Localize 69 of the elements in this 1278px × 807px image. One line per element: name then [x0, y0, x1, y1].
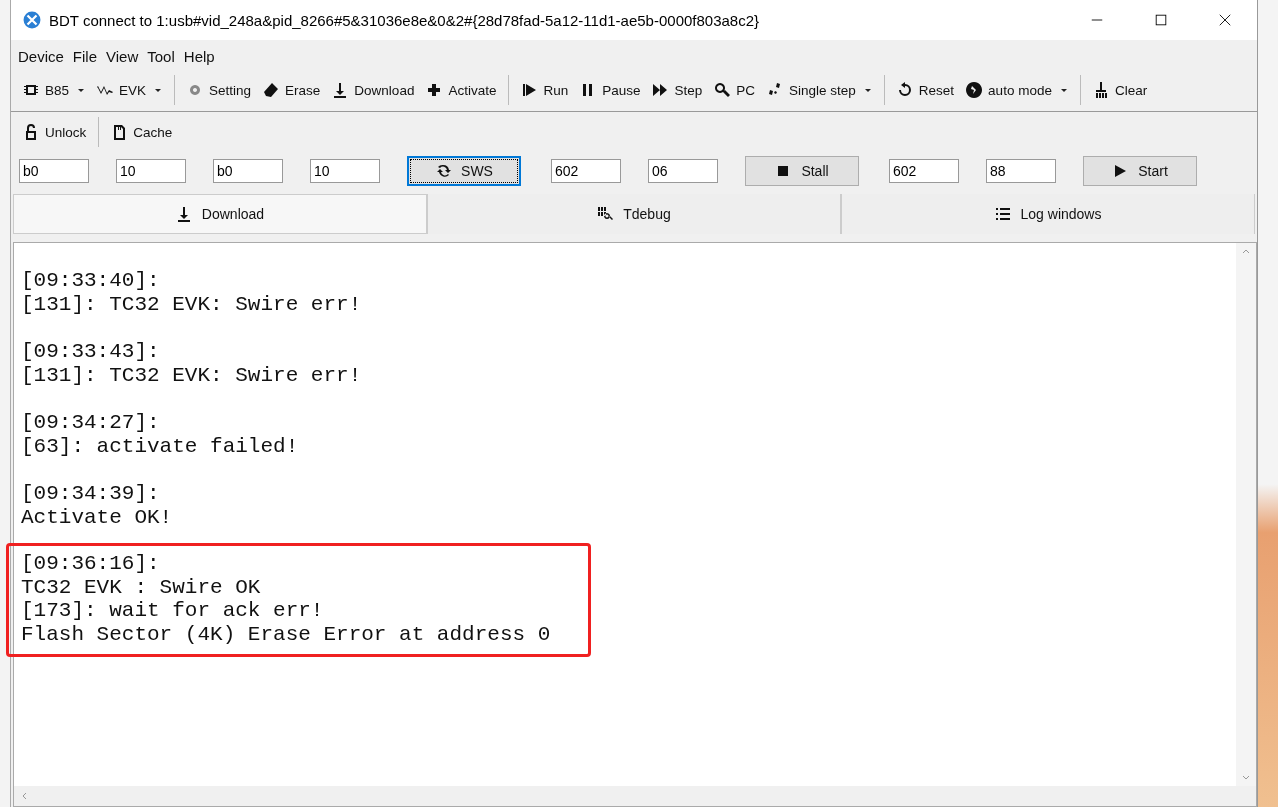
- input-field[interactable]: 10: [310, 159, 380, 183]
- log-line: [131]: TC32 EVK: Swire err!: [21, 292, 362, 316]
- log-line: [09:33:43]:: [21, 340, 161, 364]
- log-line: Activate OK!: [21, 505, 173, 529]
- input-field[interactable]: 602: [551, 159, 621, 183]
- menu-item[interactable]: View: [106, 48, 139, 65]
- eraser-icon: [263, 82, 280, 98]
- log-line: Flash Sector (4K) Erase Error at address 0: [21, 622, 551, 646]
- binary-icon: [597, 206, 614, 222]
- toolbar-button[interactable]: Step: [646, 82, 709, 98]
- menu-item[interactable]: File: [72, 48, 98, 65]
- log-line: [09:36:16]:: [21, 552, 161, 576]
- toolbar-button[interactable]: Setting: [181, 82, 258, 98]
- menu-item[interactable]: Help: [183, 48, 215, 65]
- tab[interactable]: Download: [13, 194, 427, 234]
- caret-icon: [863, 86, 872, 94]
- log-line: [63]: activate failed!: [21, 434, 299, 458]
- download-icon: [175, 206, 192, 222]
- card-icon: [111, 124, 128, 140]
- toolbar-button[interactable]: B85: [17, 82, 92, 98]
- horizontal-scrollbar[interactable]: [14, 786, 1256, 806]
- toolbar-button[interactable]: Cache: [105, 124, 179, 140]
- window-title: BDT connect to 1:usb#vid_248a&pid_8266#5&31036e8e&0&2#{28d78fad-5a12-11d1-ae5b-0000f803a8c2}: [49, 11, 761, 29]
- toolbar-button[interactable]: PC: [708, 82, 762, 98]
- toolbar-button[interactable]: Clear: [1086, 82, 1154, 98]
- reset-icon: [896, 82, 913, 98]
- toolbar-button[interactable]: Single step: [761, 82, 878, 98]
- toolbar-button[interactable]: Reset: [890, 82, 961, 98]
- toolbar-button[interactable]: Unlock: [17, 124, 93, 140]
- menu-item[interactable]: Device: [18, 48, 64, 65]
- download-icon: [332, 82, 349, 98]
- log-line: [09:34:27]:: [21, 411, 161, 435]
- log-line: [09:33:40]:: [21, 269, 161, 293]
- chip-icon: [23, 82, 39, 98]
- log-line: [09:34:39]:: [21, 482, 161, 506]
- app-logo-icon: [23, 11, 41, 29]
- step-icon: [652, 82, 669, 98]
- menu-item[interactable]: Tool: [147, 48, 175, 65]
- toolbar-button[interactable]: auto mode: [960, 82, 1074, 98]
- action-button[interactable]: Start: [1083, 156, 1197, 186]
- lock-icon: [23, 124, 39, 140]
- input-field[interactable]: b0: [19, 159, 89, 183]
- toolbar-button[interactable]: Run: [515, 82, 575, 98]
- toolbar-button[interactable]: Pause: [574, 82, 647, 98]
- toolbar-button[interactable]: Activate: [420, 82, 503, 98]
- input-field[interactable]: 88: [986, 159, 1056, 183]
- tab[interactable]: Tdebug: [427, 194, 841, 234]
- caret-icon: [1059, 86, 1068, 94]
- run-icon: [521, 82, 538, 98]
- list-icon: [994, 206, 1011, 222]
- search-icon: [714, 82, 731, 98]
- input-field[interactable]: 10: [116, 159, 186, 183]
- tab[interactable]: Log windows: [841, 194, 1255, 234]
- caret-icon: [154, 86, 163, 94]
- plus-icon: [426, 82, 443, 98]
- sync-icon: [435, 163, 452, 179]
- toolbar-button[interactable]: EVK: [91, 82, 169, 98]
- input-field[interactable]: 602: [889, 159, 959, 183]
- action-button[interactable]: Stall: [745, 156, 859, 186]
- toolbar-button[interactable]: Download: [326, 82, 421, 98]
- action-button[interactable]: SWS: [407, 156, 521, 186]
- log-line: [131]: TC32 EVK: Swire err!: [21, 363, 362, 387]
- log-line: [173]: wait for ack err!: [21, 599, 325, 623]
- caret-icon: [77, 86, 86, 94]
- log-line: TC32 EVK : Swire OK: [21, 575, 262, 599]
- toolbar-button[interactable]: Erase: [257, 82, 327, 98]
- input-field[interactable]: 06: [648, 159, 718, 183]
- vertical-scrollbar[interactable]: [1236, 243, 1256, 786]
- input-field[interactable]: b0: [213, 159, 283, 183]
